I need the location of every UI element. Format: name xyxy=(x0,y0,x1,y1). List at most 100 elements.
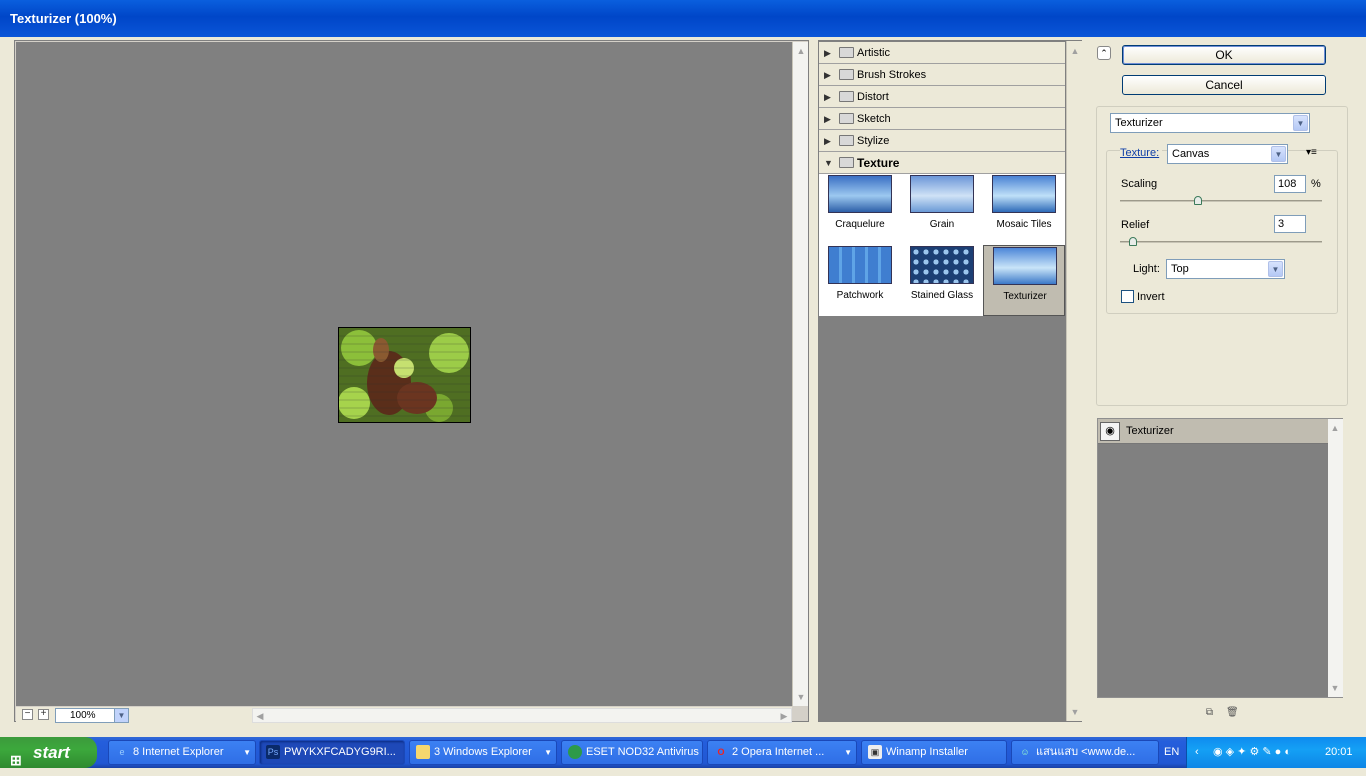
texture-craquelure[interactable]: Craquelure xyxy=(819,174,901,245)
texture-patchwork[interactable]: Patchwork xyxy=(819,245,901,316)
trash-icon[interactable]: 🗑 xyxy=(1226,707,1239,718)
scroll-up-icon[interactable]: ▲ xyxy=(1068,44,1082,58)
scroll-down-icon[interactable]: ▼ xyxy=(1068,705,1082,719)
open-folder-icon xyxy=(839,157,854,168)
texture-label: Patchwork xyxy=(836,290,884,301)
preview-vertical-scrollbar[interactable]: ▲ ▼ xyxy=(792,42,808,706)
texture-label: Texture: xyxy=(1120,147,1163,159)
scaling-slider-track[interactable] xyxy=(1120,200,1322,202)
texture-stained-glass[interactable]: Stained Glass xyxy=(901,245,983,316)
relief-slider-handle[interactable] xyxy=(1129,237,1137,246)
window-title: Texturizer (100%) xyxy=(0,0,1366,37)
messenger-icon: ☺ xyxy=(1020,747,1030,758)
category-label: Artistic xyxy=(857,47,890,59)
texture-label: Craquelure xyxy=(835,219,885,230)
clock: 20:01 xyxy=(1325,746,1353,758)
texture-label: Grain xyxy=(929,219,955,230)
light-select[interactable]: Top ▼ xyxy=(1166,259,1285,279)
texture-thumbnails: Craquelure Grain Mosaic Tiles Patchwork … xyxy=(819,174,1065,316)
category-label: Brush Strokes xyxy=(857,69,927,81)
preview-toolbar: − + 100% ▼ ◀ ▶ xyxy=(16,707,792,723)
zoom-in-button[interactable]: + xyxy=(38,709,49,720)
scroll-up-icon[interactable]: ▲ xyxy=(794,44,808,58)
invert-checkbox[interactable] xyxy=(1121,290,1134,303)
gallery-scrollbar[interactable]: ▲ ▼ xyxy=(1066,41,1082,721)
filter-select-value: Texturizer xyxy=(1115,117,1163,129)
task-messenger[interactable]: ☺ แสนแสบ <www.de... xyxy=(1011,740,1159,765)
category-texture[interactable]: ▼ Texture xyxy=(819,152,1065,174)
start-label: start xyxy=(33,743,70,762)
start-button[interactable]: ⊞ start xyxy=(0,737,97,768)
layers-scrollbar[interactable]: ▲ ▼ xyxy=(1328,419,1343,697)
preview-canvas[interactable] xyxy=(16,42,792,706)
category-label: Sketch xyxy=(857,113,891,125)
scroll-up-icon[interactable]: ▲ xyxy=(1328,421,1342,435)
folder-icon xyxy=(839,135,854,146)
preview-horizontal-scrollbar[interactable]: ◀ ▶ xyxy=(252,708,792,723)
task-label: ESET NOD32 Antivirus xyxy=(586,746,699,758)
relief-slider-track[interactable] xyxy=(1120,241,1322,243)
texture-grain[interactable]: Grain xyxy=(901,174,983,245)
texture-select[interactable]: Canvas ▼ xyxy=(1167,144,1288,164)
scroll-down-icon[interactable]: ▼ xyxy=(794,690,808,704)
category-label: Stylize xyxy=(857,135,890,147)
task-photoshop[interactable]: Ps PWYKXFCADYG9RI... xyxy=(259,740,405,765)
filter-select[interactable]: Texturizer ▼ xyxy=(1110,113,1310,133)
task-label: Winamp Installer xyxy=(886,746,968,758)
scaling-unit: % xyxy=(1311,178,1321,190)
craquelure-thumbnail xyxy=(828,175,892,213)
patchwork-thumbnail xyxy=(828,246,892,284)
zoom-select[interactable]: 100% ▼ xyxy=(55,708,129,723)
texture-label: Stained Glass xyxy=(910,290,974,301)
category-stylize[interactable]: ▶ Stylize xyxy=(819,130,1065,152)
category-brush-strokes[interactable]: ▶ Brush Strokes xyxy=(819,64,1065,86)
collapse-gallery-icon[interactable]: ⌃ xyxy=(1097,46,1111,60)
preview-panel: ▲ ▼ − + 100% ▼ ◀ ▶ xyxy=(14,40,809,723)
scaling-input[interactable]: 108 xyxy=(1274,175,1306,193)
effect-layer-row[interactable]: ◉ Texturizer xyxy=(1098,419,1328,444)
internet-explorer-icon: e xyxy=(119,747,125,758)
cancel-button[interactable]: Cancel xyxy=(1122,75,1326,95)
folder-icon xyxy=(839,91,854,102)
texture-label: Mosaic Tiles xyxy=(996,219,1052,230)
preview-image xyxy=(338,327,471,423)
texture-mosaic-tiles[interactable]: Mosaic Tiles xyxy=(983,174,1065,245)
task-label: 8 Internet Explorer xyxy=(133,746,224,758)
new-effect-layer-icon[interactable]: ⧉ xyxy=(1204,707,1215,718)
expand-arrow-icon: ▶ xyxy=(824,92,831,102)
expand-arrow-icon: ▶ xyxy=(824,70,831,80)
relief-input[interactable]: 3 xyxy=(1274,215,1306,233)
language-indicator[interactable]: EN xyxy=(1164,737,1179,768)
chevron-down-icon: ▼ xyxy=(844,748,852,757)
folder-icon xyxy=(839,69,854,80)
tray-expand-icon[interactable]: ‹ xyxy=(1195,737,1199,768)
task-eset-nod32[interactable]: ESET NOD32 Antivirus xyxy=(561,740,703,765)
invert-label: Invert xyxy=(1137,291,1165,303)
eset-icon xyxy=(568,745,582,760)
task-label: แสนแสบ <www.de... xyxy=(1036,746,1136,758)
texture-texturizer[interactable]: Texturizer xyxy=(983,245,1065,316)
light-select-value: Top xyxy=(1171,263,1189,275)
mosaic-tiles-thumbnail xyxy=(992,175,1056,213)
scaling-slider-handle[interactable] xyxy=(1194,196,1202,205)
task-windows-explorer[interactable]: 3 Windows Explorer ▼ xyxy=(409,740,557,765)
scroll-down-icon[interactable]: ▼ xyxy=(1328,681,1342,695)
zoom-out-button[interactable]: − xyxy=(22,709,33,720)
category-sketch[interactable]: ▶ Sketch xyxy=(819,108,1065,130)
task-opera[interactable]: O 2 Opera Internet ... ▼ xyxy=(707,740,857,765)
texture-menu-icon[interactable]: ▾≡ xyxy=(1306,147,1317,158)
scroll-left-icon[interactable]: ◀ xyxy=(253,709,267,723)
texture-label: Texturizer xyxy=(1003,291,1047,302)
category-distort[interactable]: ▶ Distort xyxy=(819,86,1065,108)
task-winamp-installer[interactable]: ▣ Winamp Installer xyxy=(861,740,1007,765)
ok-button[interactable]: OK xyxy=(1122,45,1326,65)
eye-icon[interactable]: ◉ xyxy=(1100,422,1120,441)
category-artistic[interactable]: ▶ Artistic xyxy=(819,42,1065,64)
scaling-label: Scaling xyxy=(1121,178,1158,190)
expand-arrow-icon: ▶ xyxy=(824,48,831,58)
folder-icon xyxy=(839,113,854,124)
scroll-right-icon[interactable]: ▶ xyxy=(777,709,791,723)
expand-arrow-icon: ▶ xyxy=(824,114,831,124)
tray-icons[interactable]: ◉ ◈ ✦ ⚙ ✎ ● ◐ xyxy=(1213,737,1291,768)
task-internet-explorer[interactable]: e 8 Internet Explorer ▼ xyxy=(108,740,256,765)
